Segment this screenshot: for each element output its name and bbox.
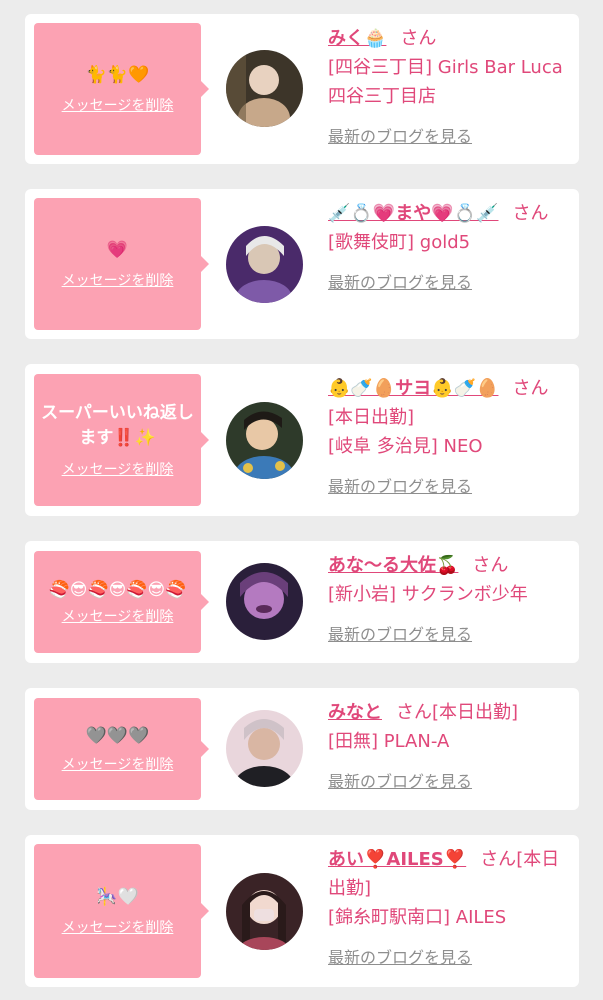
avatar-photo-1-icon	[226, 50, 303, 127]
delete-message-link[interactable]: メッセージを削除	[62, 917, 174, 937]
message-text: 💗	[106, 239, 129, 260]
message-bubble: 🍣😎🍣😎🍣😎🍣 メッセージを削除	[34, 551, 209, 653]
delete-message-link[interactable]: メッセージを削除	[62, 606, 174, 626]
user-name-link[interactable]: みく🧁	[328, 28, 386, 49]
shop-detail: [岐阜 多治見] NEO	[328, 436, 483, 457]
honorific: さん	[396, 702, 432, 723]
user-name-link[interactable]: みなと	[328, 702, 382, 723]
shop-detail: [四谷三丁目] Girls Bar Luca 四谷三丁目店	[328, 57, 563, 107]
avatar[interactable]	[226, 710, 303, 787]
honorific: さん	[512, 378, 549, 399]
status-text: [本日出勤]	[328, 407, 415, 428]
user-name-link[interactable]: 💉💍💗まや💗💍💉	[328, 203, 498, 224]
honorific: さん	[512, 203, 549, 224]
latest-blog-link[interactable]: 最新のブログを見る	[328, 621, 566, 645]
message-card: 🩶🩶🩶 メッセージを削除 みなと さん[本日出勤] [田無] PLAN-A 最新の…	[25, 688, 579, 810]
avatar[interactable]	[226, 563, 303, 640]
avatar-photo-3-icon	[226, 402, 303, 479]
message-text: 🍣😎🍣😎🍣😎🍣	[48, 579, 187, 600]
like-message-list: 🐈🐈🧡 メッセージを削除 みく🧁 さん [四谷三丁目] Girls Bar Luc…	[0, 0, 603, 1000]
message-card: 🐈🐈🧡 メッセージを削除 みく🧁 さん [四谷三丁目] Girls Bar Luc…	[25, 14, 579, 164]
avatar[interactable]	[226, 873, 303, 950]
delete-message-link[interactable]: メッセージを削除	[62, 270, 174, 290]
latest-blog-link[interactable]: 最新のブログを見る	[328, 768, 566, 792]
message-card: スーパーいいね返します‼️✨ メッセージを削除 👶🍼🥚サヨ👶🍼🥚 さん [本日出勤]…	[25, 364, 579, 516]
latest-blog-link[interactable]: 最新のブログを見る	[328, 944, 566, 968]
delete-message-link[interactable]: メッセージを削除	[62, 95, 174, 115]
status-text: [本日出勤]	[432, 702, 519, 723]
message-card: 🎠🤍 メッセージを削除 あい❣️AILES❣️ さん[本日出勤] [錦糸町駅南口]…	[25, 835, 579, 987]
honorific: さん	[400, 28, 437, 49]
user-name-link[interactable]: あい❣️AILES❣️	[328, 849, 466, 870]
profile-info: みなと さん[本日出勤] [田無] PLAN-A 最新のブログを見る	[328, 698, 566, 792]
avatar-photo-4-icon	[226, 563, 303, 640]
message-text: スーパーいいね返します‼️✨	[41, 403, 194, 448]
profile-info: あな〜る大佐🍒 さん [新小岩] サクランボ少年 最新のブログを見る	[328, 551, 566, 645]
shop-detail: [錦糸町駅南口] AILES	[328, 907, 507, 928]
shop-detail: [田無] PLAN-A	[328, 731, 450, 752]
message-bubble: 🎠🤍 メッセージを削除	[34, 844, 209, 978]
profile-info: みく🧁 さん [四谷三丁目] Girls Bar Luca 四谷三丁目店 最新のブ…	[328, 24, 566, 147]
avatar[interactable]	[226, 50, 303, 127]
avatar[interactable]	[226, 402, 303, 479]
avatar-photo-2-icon	[226, 226, 303, 303]
avatar-photo-6-icon	[226, 873, 303, 950]
message-text: 🎠🤍	[96, 886, 139, 907]
profile-info: あい❣️AILES❣️ さん[本日出勤] [錦糸町駅南口] AILES 最新のブロ…	[328, 845, 566, 968]
profile-info: 👶🍼🥚サヨ👶🍼🥚 さん [本日出勤] [岐阜 多治見] NEO 最新のブログを見る	[328, 374, 566, 497]
message-card: 💗 メッセージを削除 💉💍💗まや💗💍💉 さん [歌舞伎町] gold5 最新のブロ…	[25, 189, 579, 339]
latest-blog-link[interactable]: 最新のブログを見る	[328, 269, 566, 293]
delete-message-link[interactable]: メッセージを削除	[62, 459, 174, 479]
avatar-photo-5-icon	[226, 710, 303, 787]
message-text: 🩶🩶🩶	[85, 725, 150, 746]
avatar[interactable]	[226, 226, 303, 303]
shop-detail: [歌舞伎町] gold5	[328, 232, 471, 253]
message-card: 🍣😎🍣😎🍣😎🍣 メッセージを削除 あな〜る大佐🍒 さん [新小岩] サクランボ少年…	[25, 541, 579, 663]
shop-detail: [新小岩] サクランボ少年	[328, 584, 528, 605]
message-bubble: 🐈🐈🧡 メッセージを削除	[34, 23, 209, 155]
message-text: 🐈🐈🧡	[85, 64, 150, 85]
latest-blog-link[interactable]: 最新のブログを見る	[328, 473, 566, 497]
honorific: さん	[472, 555, 509, 576]
delete-message-link[interactable]: メッセージを削除	[62, 754, 174, 774]
latest-blog-link[interactable]: 最新のブログを見る	[328, 123, 566, 147]
message-bubble: スーパーいいね返します‼️✨ メッセージを削除	[34, 374, 209, 506]
user-name-link[interactable]: あな〜る大佐🍒	[328, 555, 458, 576]
profile-info: 💉💍💗まや💗💍💉 さん [歌舞伎町] gold5 最新のブログを見る	[328, 199, 566, 293]
honorific: さん	[480, 849, 517, 870]
message-bubble: 🩶🩶🩶 メッセージを削除	[34, 698, 209, 800]
user-name-link[interactable]: 👶🍼🥚サヨ👶🍼🥚	[328, 378, 498, 399]
message-bubble: 💗 メッセージを削除	[34, 198, 209, 330]
